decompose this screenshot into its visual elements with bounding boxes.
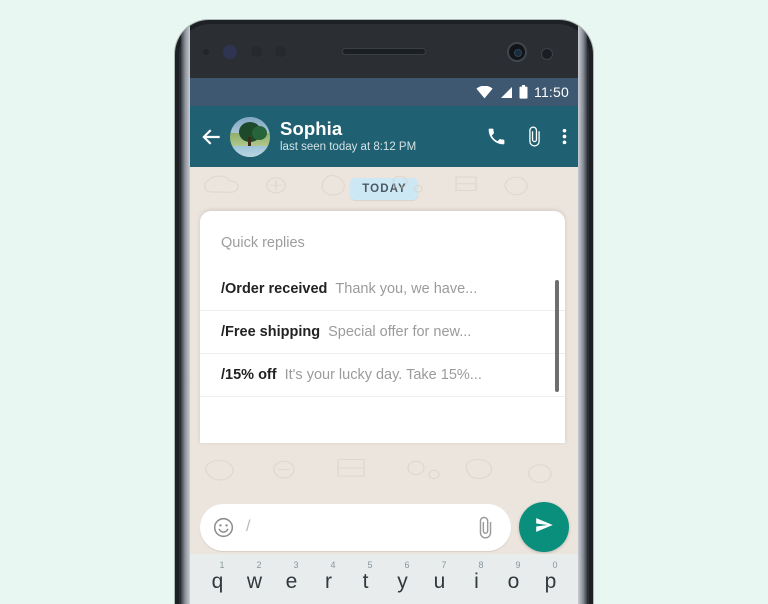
overflow-menu-button[interactable] [562,126,567,147]
key-y[interactable]: 6y [384,560,421,604]
attach-button[interactable] [524,126,545,147]
key-label: w [246,570,263,593]
phone-sensor-bar [189,30,579,74]
quick-reply-preview: It's your lucky day. Take 15%... [284,367,482,383]
key-label: p [544,570,557,593]
chat-body: TODAY Quick replies /Order received Than… [190,167,578,518]
status-bar-clock: 11:50 [534,84,569,100]
back-arrow-icon[interactable] [198,124,224,150]
quick-reply-command: /Free shipping [221,324,321,340]
list-item[interactable]: /Free shipping Special offer for new... [200,311,565,354]
contact-name: Sophia [280,118,343,139]
wifi-icon [476,85,493,99]
battery-icon [519,85,528,99]
key-alt-label: 3 [293,560,299,570]
search-input[interactable] [246,518,463,536]
key-e[interactable]: 3e [273,560,310,604]
key-q[interactable]: 1q [199,560,236,604]
contact-info[interactable]: Sophia last seen today at 8:12 PM [280,118,486,155]
quick-replies-panel: Quick replies /Order received Thank you,… [200,211,565,443]
key-label: i [474,570,479,593]
proximity-sensor [251,46,262,57]
light-sensor [275,46,286,57]
call-button[interactable] [486,126,507,147]
key-alt-label: 0 [552,560,558,570]
secondary-sensor [541,48,553,60]
key-label: y [397,570,408,593]
phone-screen: 11:50 Sophia last seen today at 8:12 PM [190,78,578,604]
on-screen-keyboard: 1q 2w 3e 4r 5t 6y 7u 8i 9o 0p a s d f g … [190,554,578,604]
key-label: t [362,570,369,593]
paperclip-icon[interactable] [474,516,497,539]
message-input-bar [190,500,578,554]
key-label: e [285,570,298,593]
key-label: o [507,570,520,593]
key-o[interactable]: 9o [495,560,532,604]
send-icon [533,514,555,541]
quick-reply-command: /Order received [221,281,328,297]
avatar[interactable] [230,116,270,157]
earpiece-speaker [342,48,426,55]
keyboard-row-1: 1q 2w 3e 4r 5t 6y 7u 8i 9o 0p [190,560,578,604]
vertical-scrollbar[interactable] [555,280,559,392]
list-item[interactable]: /15% off It's your lucky day. Take 15%..… [200,354,565,397]
emoji-smiley-icon[interactable] [212,516,235,539]
key-i[interactable]: 8i [458,560,495,604]
key-alt-label: 6 [404,560,410,570]
quick-replies-title: Quick replies [221,235,305,251]
phone-device-frame: 11:50 Sophia last seen today at 8:12 PM [175,20,593,604]
app-bar-actions [486,126,567,147]
phone-edge-right [578,20,587,604]
list-item[interactable]: /Order received Thank you, we have... [200,268,565,311]
key-alt-label: 9 [515,560,521,570]
key-label: u [433,570,446,593]
status-bar: 11:50 [190,78,578,106]
key-alt-label: 1 [219,560,225,570]
key-alt-label: 2 [256,560,262,570]
key-w[interactable]: 2w [236,560,273,604]
phone-edge-left [181,20,190,604]
key-u[interactable]: 7u [421,560,458,604]
quick-reply-preview: Special offer for new... [328,324,472,340]
front-camera-icon [507,42,527,62]
key-p[interactable]: 0p [532,560,569,604]
quick-reply-preview: Thank you, we have... [335,281,478,297]
key-alt-label: 8 [478,560,484,570]
iris-sensor-icon [223,45,237,59]
message-input-box[interactable] [200,503,511,551]
send-button[interactable] [519,502,569,552]
sensor-dot [203,49,209,55]
key-alt-label: 5 [367,560,373,570]
key-r[interactable]: 4r [310,560,347,604]
quick-reply-command: /15% off [221,367,277,383]
key-label: q [211,570,224,593]
key-t[interactable]: 5t [347,560,384,604]
signal-icon [499,86,513,99]
quick-replies-list: /Order received Thank you, we have... /F… [200,268,565,397]
key-alt-label: 7 [441,560,447,570]
key-alt-label: 4 [330,560,336,570]
chat-app-bar: Sophia last seen today at 8:12 PM [190,106,578,167]
key-label: r [325,570,332,593]
contact-last-seen: last seen today at 8:12 PM [280,141,417,153]
